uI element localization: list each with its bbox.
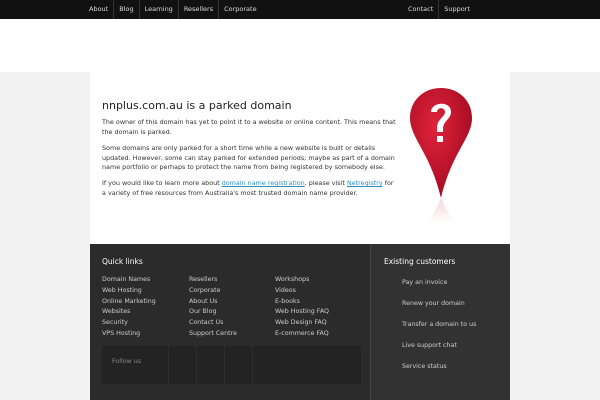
quick-link-vps-hosting[interactable]: VPS Hosting [102, 329, 156, 340]
quick-link-our-blog[interactable]: Our Blog [189, 307, 237, 318]
nav-corporate-link[interactable]: Corporate [219, 0, 262, 19]
parked-domain-card: nnplus.com.au is a parked domain The own… [90, 72, 510, 244]
quick-link-web-design-faq[interactable]: Web Design FAQ [275, 318, 329, 329]
quick-link-videos[interactable]: Videos [275, 286, 329, 297]
top-navigation-bar: About Blog Learning Resellers Corporate … [0, 0, 600, 19]
follow-us-label: Follow us [112, 358, 142, 365]
parked-explanation-paragraph: Some domains are only parked for a short… [102, 144, 395, 172]
quick-link-resellers[interactable]: Resellers [189, 275, 237, 286]
nav-learning-link[interactable]: Learning [140, 0, 179, 19]
question-mark-pin-icon [410, 88, 472, 222]
follow-divider [252, 346, 253, 384]
quick-link-web-hosting[interactable]: Web Hosting [102, 286, 156, 297]
renew-domain-link[interactable]: Renew your domain [402, 300, 465, 307]
quick-link-contact-us[interactable]: Contact Us [189, 318, 237, 329]
quick-link-support-centre[interactable]: Support Centre [189, 329, 237, 340]
learn-more-text-1: If you would like to learn more about [102, 179, 222, 187]
quick-link-online-marketing[interactable]: Online Marketing [102, 297, 156, 308]
page-title: nnplus.com.au is a parked domain [102, 99, 292, 112]
quick-link-corporate[interactable]: Corporate [189, 286, 237, 297]
transfer-domain-link[interactable]: Transfer a domain to us [402, 321, 476, 328]
quick-link-workshops[interactable]: Workshops [275, 275, 329, 286]
live-support-chat-link[interactable]: Live support chat [402, 342, 457, 349]
existing-customers-title: Existing customers [384, 257, 456, 266]
follow-us-bar: Follow us [102, 346, 361, 384]
netregistry-link[interactable]: Netregistry [347, 179, 383, 187]
nav-blog-link[interactable]: Blog [114, 0, 140, 19]
quick-link-domain-names[interactable]: Domain Names [102, 275, 156, 286]
quick-links-column-1: Domain Names Web Hosting Online Marketin… [102, 275, 156, 340]
existing-customers-panel: Existing customers Pay an invoice Renew … [370, 244, 510, 400]
nav-about-link[interactable]: About [84, 0, 115, 19]
nav-support-link[interactable]: Support [439, 0, 475, 19]
quick-links-title: Quick links [102, 257, 143, 266]
intro-paragraph: The owner of this domain has yet to poin… [102, 118, 396, 136]
service-status-link[interactable]: Service status [402, 363, 447, 370]
follow-divider [168, 346, 169, 384]
pay-invoice-link[interactable]: Pay an invoice [402, 279, 447, 286]
nav-resellers-link[interactable]: Resellers [179, 0, 220, 19]
quick-links-column-2: Resellers Corporate About Us Our Blog Co… [189, 275, 237, 340]
follow-divider [224, 346, 225, 384]
primary-nav: About Blog Learning Resellers Corporate [84, 0, 262, 19]
follow-divider [196, 346, 197, 384]
domain-registration-link[interactable]: domain name registration [222, 179, 305, 187]
header-band [0, 19, 600, 72]
quick-link-e-commerce-faq[interactable]: E-commerce FAQ [275, 329, 329, 340]
quick-link-web-hosting-faq[interactable]: Web Hosting FAQ [275, 307, 329, 318]
quick-link-websites[interactable]: Websites [102, 307, 156, 318]
quick-link-e-books[interactable]: E-books [275, 297, 329, 308]
secondary-nav: Contact Support [403, 0, 475, 19]
nav-contact-link[interactable]: Contact [403, 0, 440, 19]
quick-link-security[interactable]: Security [102, 318, 156, 329]
learn-more-text-2: , please visit [304, 179, 347, 187]
quick-links-column-3: Workshops Videos E-books Web Hosting FAQ… [275, 275, 329, 340]
quick-link-about-us[interactable]: About Us [189, 297, 237, 308]
learn-more-paragraph: If you would like to learn more about do… [102, 179, 398, 198]
